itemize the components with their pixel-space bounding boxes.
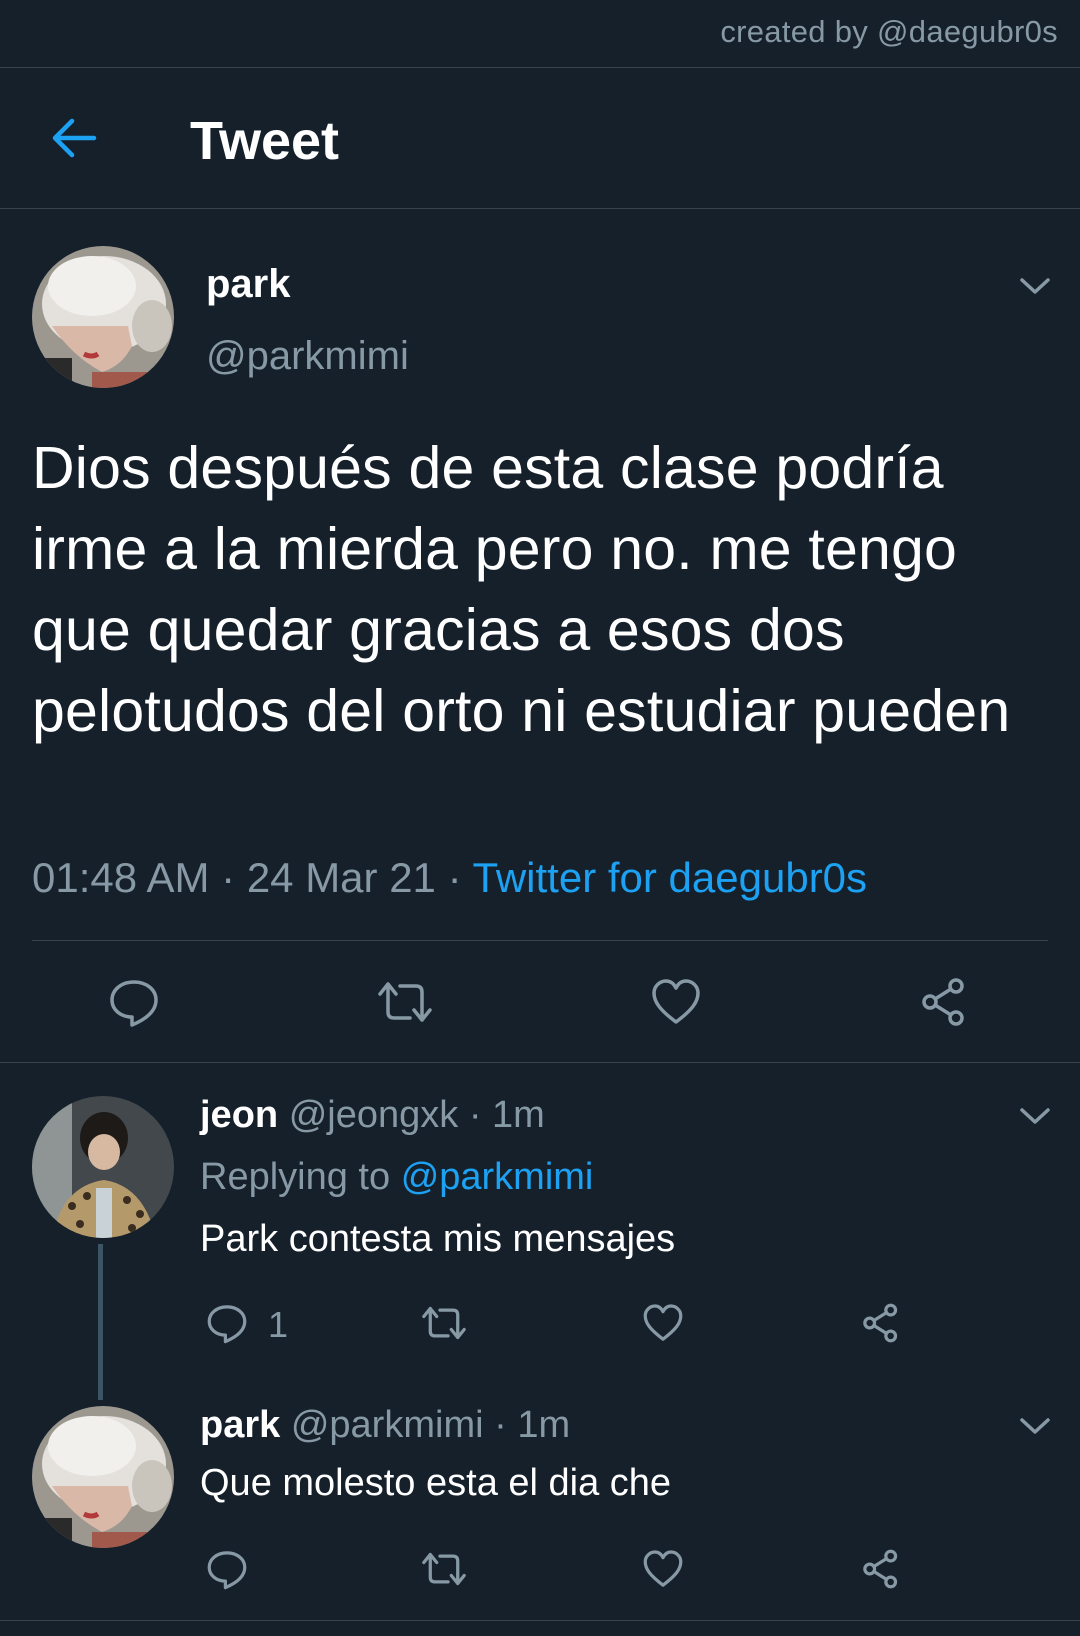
tweet-source-link[interactable]: Twitter for daegubr0s bbox=[473, 854, 868, 901]
reply-age: · 1m bbox=[468, 1094, 545, 1136]
replying-to: Replying to @parkmimi bbox=[200, 1156, 593, 1199]
tweet-text: Dios después de esta clase podría irme a… bbox=[32, 435, 1011, 744]
share-icon[interactable] bbox=[918, 976, 970, 1028]
chevron-down-icon[interactable] bbox=[1018, 276, 1052, 296]
bottom-divider bbox=[0, 1620, 1080, 1621]
share-icon[interactable] bbox=[860, 1302, 902, 1344]
share-icon[interactable] bbox=[860, 1548, 902, 1590]
reply-age: · 1m bbox=[494, 1404, 571, 1446]
meta-separator: · bbox=[447, 854, 462, 901]
replying-label: Replying to bbox=[200, 1156, 391, 1198]
back-arrow-icon[interactable] bbox=[48, 112, 100, 164]
retweet-icon[interactable] bbox=[420, 1302, 466, 1344]
avatar[interactable] bbox=[32, 1096, 174, 1238]
reply-count: 1 bbox=[268, 1304, 289, 1345]
retweet-icon[interactable] bbox=[420, 1548, 466, 1590]
author-handle[interactable]: @parkmimi bbox=[206, 334, 409, 379]
credit-text: created by @daegubr0s bbox=[720, 14, 1058, 49]
reply-author-name[interactable]: park bbox=[200, 1404, 280, 1446]
reply-icon[interactable] bbox=[108, 976, 160, 1028]
page-title: Tweet bbox=[190, 111, 340, 171]
header-divider bbox=[0, 208, 1080, 209]
reply-header: park @parkmimi · 1m bbox=[200, 1404, 570, 1447]
reply-icon[interactable] bbox=[206, 1302, 248, 1344]
like-icon[interactable] bbox=[650, 976, 702, 1028]
like-icon[interactable] bbox=[642, 1302, 684, 1344]
reply-header: jeon @jeongxk · 1m bbox=[200, 1094, 545, 1137]
reply-author-name[interactable]: jeon bbox=[200, 1094, 278, 1136]
reply-text: Que molesto esta el dia che bbox=[200, 1462, 672, 1504]
reply-icon[interactable] bbox=[206, 1548, 248, 1590]
retweet-icon[interactable] bbox=[376, 976, 432, 1028]
reply-author-handle[interactable]: @parkmimi bbox=[291, 1404, 484, 1446]
author-name[interactable]: park bbox=[206, 262, 291, 307]
reply-author-handle[interactable]: @jeongxk bbox=[289, 1094, 459, 1136]
meta-divider bbox=[32, 940, 1048, 941]
tweet-time: 01:48 AM bbox=[32, 854, 210, 901]
chevron-down-icon[interactable] bbox=[1018, 1416, 1052, 1436]
section-divider bbox=[0, 1062, 1080, 1063]
replying-handle-link[interactable]: @parkmimi bbox=[401, 1156, 594, 1198]
avatar[interactable] bbox=[32, 1406, 174, 1548]
top-divider bbox=[0, 67, 1080, 68]
reply-text: Park contesta mis mensajes bbox=[200, 1218, 676, 1260]
chevron-down-icon[interactable] bbox=[1018, 1106, 1052, 1126]
meta-separator: · bbox=[221, 854, 236, 901]
tweet-date: 24 Mar 21 bbox=[246, 854, 436, 901]
like-icon[interactable] bbox=[642, 1548, 684, 1590]
avatar[interactable] bbox=[32, 246, 174, 388]
thread-line bbox=[98, 1244, 103, 1400]
tweet-meta: 01:48 AM · 24 Mar 21 · Twitter for daegu… bbox=[32, 854, 867, 902]
